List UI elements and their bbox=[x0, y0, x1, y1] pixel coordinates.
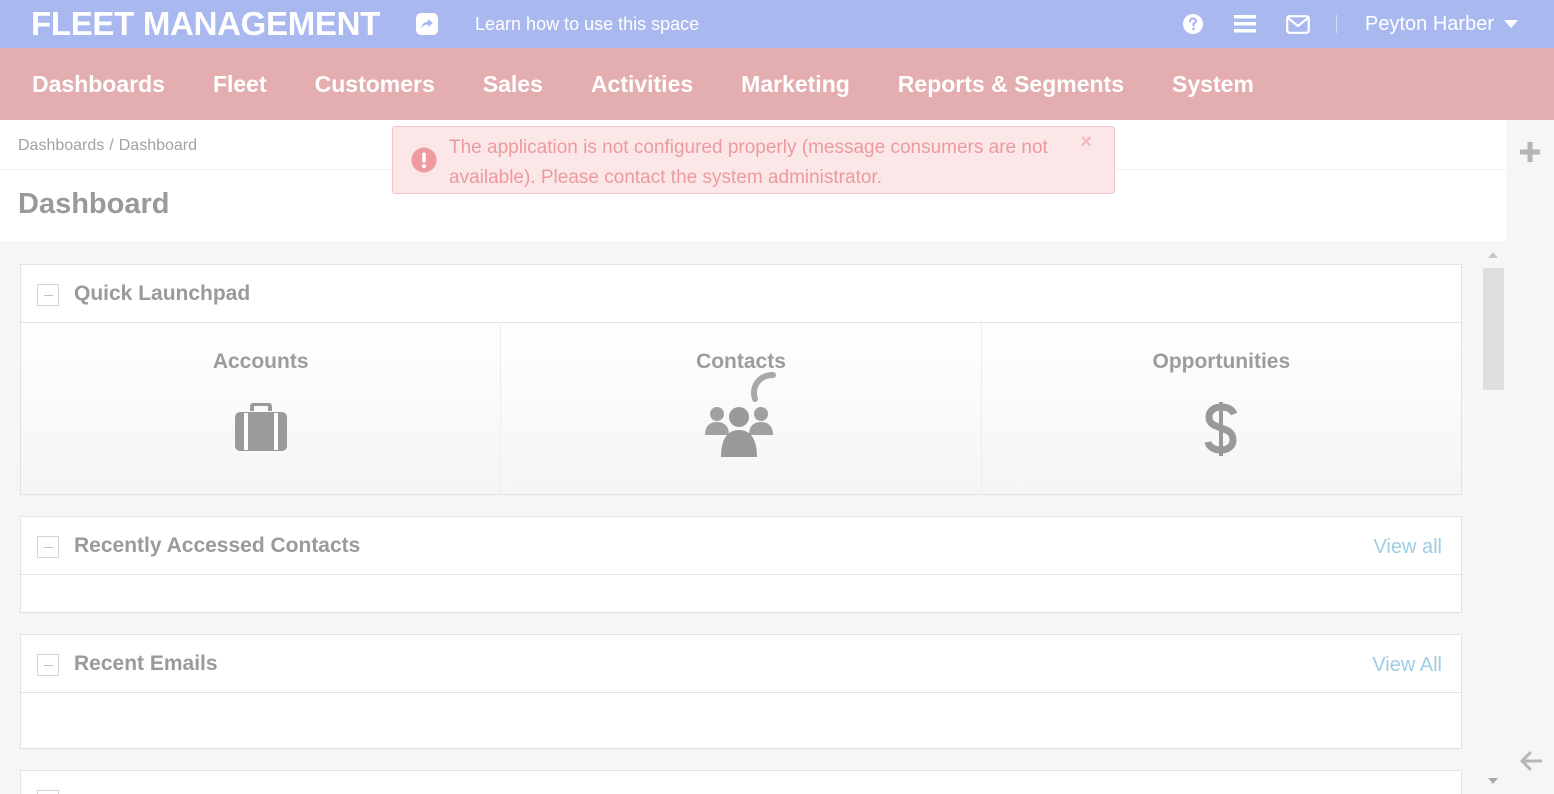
nav-system[interactable]: System bbox=[1172, 71, 1254, 98]
quick-launchpad-widget: Quick Launchpad Accounts Contacts Opport… bbox=[20, 264, 1462, 495]
scroll-down-arrow[interactable] bbox=[1488, 778, 1498, 784]
widget-title: Quick Launchpad bbox=[74, 282, 251, 305]
mail-icon[interactable] bbox=[1286, 14, 1310, 34]
nav-marketing[interactable]: Marketing bbox=[741, 71, 850, 98]
breadcrumb-separator: / bbox=[109, 137, 114, 154]
view-all-link[interactable]: View All bbox=[1372, 654, 1442, 677]
widget-title: Recent Emails bbox=[74, 652, 218, 675]
page-title: Dashboard bbox=[18, 188, 170, 220]
app-brand[interactable]: FLEET MANAGEMENT bbox=[31, 5, 380, 43]
collapse-button[interactable] bbox=[37, 284, 59, 306]
help-icon[interactable] bbox=[1182, 13, 1204, 35]
error-alert: The application is not configured proper… bbox=[392, 126, 1115, 194]
nav-customers[interactable]: Customers bbox=[315, 71, 435, 98]
main-nav: Dashboards Fleet Customers Sales Activit… bbox=[0, 48, 1554, 120]
recent-emails-widget: Recent Emails View All bbox=[20, 634, 1462, 749]
right-sidebar bbox=[1506, 120, 1554, 794]
view-all-link[interactable]: View all bbox=[1373, 536, 1442, 559]
user-menu[interactable]: Peyton Harber bbox=[1365, 13, 1494, 36]
breadcrumb: Dashboards / Dashboard bbox=[18, 137, 197, 155]
learn-link[interactable]: Learn how to use this space bbox=[475, 14, 699, 35]
launchpad-contacts[interactable]: Contacts bbox=[501, 323, 982, 494]
collapse-button[interactable] bbox=[37, 536, 59, 558]
widget-header: Recent Emails View All bbox=[21, 635, 1461, 693]
launchpad-label: Accounts bbox=[212, 350, 309, 373]
nav-dashboards[interactable]: Dashboards bbox=[32, 71, 165, 98]
launchpad-row: Accounts Contacts Opportunities bbox=[21, 323, 1461, 494]
dollar-icon bbox=[1204, 401, 1238, 462]
collapse-button[interactable] bbox=[37, 654, 59, 676]
top-bar: FLEET MANAGEMENT Learn how to use this s… bbox=[0, 0, 1554, 48]
alert-message: The application is not configured proper… bbox=[449, 137, 1048, 188]
collapse-button[interactable] bbox=[37, 790, 59, 794]
recent-contacts-widget: Recently Accessed Contacts View all bbox=[20, 516, 1462, 613]
briefcase-icon bbox=[233, 402, 289, 458]
launchpad-label: Opportunities bbox=[1152, 350, 1291, 373]
users-icon bbox=[699, 371, 783, 464]
widget-title: Recently Accessed Contacts bbox=[74, 534, 361, 557]
plus-icon[interactable] bbox=[1520, 142, 1540, 167]
alert-error-icon bbox=[411, 147, 437, 178]
nav-fleet[interactable]: Fleet bbox=[213, 71, 267, 98]
launchpad-opportunities[interactable]: Opportunities bbox=[981, 323, 1461, 494]
scroll-up-arrow[interactable] bbox=[1488, 252, 1498, 258]
arrow-left-icon[interactable] bbox=[1520, 751, 1543, 776]
nav-activities[interactable]: Activities bbox=[591, 71, 693, 98]
close-icon[interactable]: × bbox=[1080, 131, 1092, 154]
nav-reports-segments[interactable]: Reports & Segments bbox=[898, 71, 1124, 98]
breadcrumb-current: Dashboard bbox=[118, 137, 198, 154]
breadcrumb-parent[interactable]: Dashboards bbox=[18, 137, 104, 154]
next-widget bbox=[20, 770, 1462, 794]
menu-icon[interactable] bbox=[1234, 15, 1257, 33]
widget-header: Recently Accessed Contacts View all bbox=[21, 517, 1461, 575]
widget-header: Quick Launchpad bbox=[21, 265, 1461, 323]
nav-sales[interactable]: Sales bbox=[483, 71, 543, 98]
scrollbar-thumb[interactable] bbox=[1483, 268, 1504, 390]
caret-down-icon[interactable] bbox=[1504, 20, 1518, 28]
topbar-separator bbox=[1336, 15, 1338, 33]
launchpad-accounts[interactable]: Accounts bbox=[21, 323, 502, 494]
share-icon[interactable] bbox=[416, 13, 439, 35]
